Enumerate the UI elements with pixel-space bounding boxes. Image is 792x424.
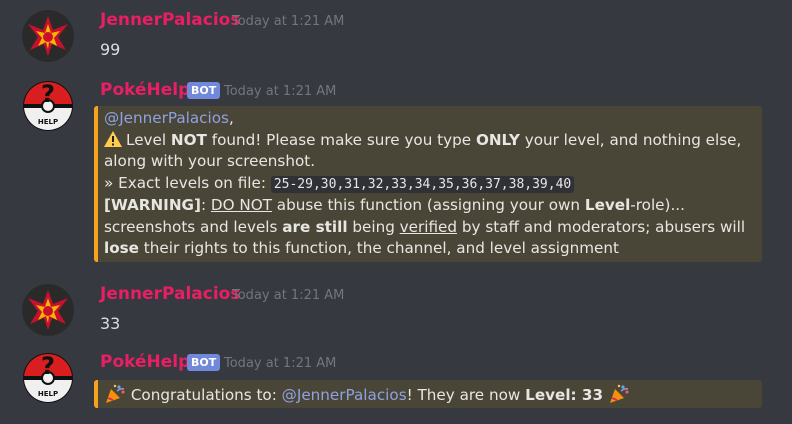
- levels-code: 25-29,30,31,32,33,34,35,36,37,38,39,40: [270, 175, 575, 193]
- user-avatar[interactable]: [22, 284, 74, 336]
- embed-line: [WARNING]: DO NOT abuse this function (a…: [104, 196, 685, 214]
- congrats-embed: Congratulations to: @JennerPalacios! The…: [94, 380, 762, 408]
- svg-text:?: ?: [41, 352, 55, 380]
- author-name[interactable]: PokéHelp: [100, 80, 190, 100]
- timestamp: Today at 1:21 AM: [224, 84, 337, 99]
- embed-line: @JennerPalacios,: [104, 109, 234, 127]
- author-name[interactable]: JennerPalacios: [100, 284, 240, 304]
- message-text: 99: [100, 40, 121, 59]
- message-text: 33: [100, 314, 121, 333]
- party-popper-icon: [608, 383, 630, 405]
- bot-avatar[interactable]: ? HELP: [22, 352, 74, 404]
- embed-line: along with your screenshot.: [104, 152, 316, 170]
- party-popper-icon: [104, 383, 126, 405]
- embed-line: lose their rights to this function, the …: [104, 239, 619, 257]
- timestamp: Today at 1:21 AM: [232, 288, 345, 303]
- bot-badge: BOT: [187, 82, 221, 99]
- author-name[interactable]: JennerPalacios: [100, 10, 240, 30]
- timestamp: Today at 1:21 AM: [224, 356, 337, 371]
- bot-badge: BOT: [187, 354, 221, 371]
- embed-line: » Exact levels on file: 25-29,30,31,32,3…: [104, 173, 754, 196]
- timestamp: Today at 1:21 AM: [232, 14, 345, 29]
- user-mention[interactable]: @JennerPalacios: [104, 109, 229, 127]
- embed-line: screenshots and levels are still being v…: [104, 217, 746, 236]
- warning-icon: [104, 130, 122, 147]
- warning-embed: @JennerPalacios, Level NOT found! Please…: [94, 106, 762, 262]
- bot-avatar[interactable]: ? HELP: [22, 80, 74, 132]
- svg-text:?: ?: [41, 80, 55, 108]
- embed-line: Level NOT found! Please make sure you ty…: [104, 130, 754, 152]
- embed-line: Congratulations to: @JennerPalacios! The…: [104, 383, 754, 407]
- user-mention[interactable]: @JennerPalacios: [282, 386, 407, 404]
- author-name[interactable]: PokéHelp: [100, 352, 190, 372]
- svg-text:HELP: HELP: [38, 118, 58, 126]
- svg-text:HELP: HELP: [38, 390, 58, 398]
- user-avatar[interactable]: [22, 10, 74, 62]
